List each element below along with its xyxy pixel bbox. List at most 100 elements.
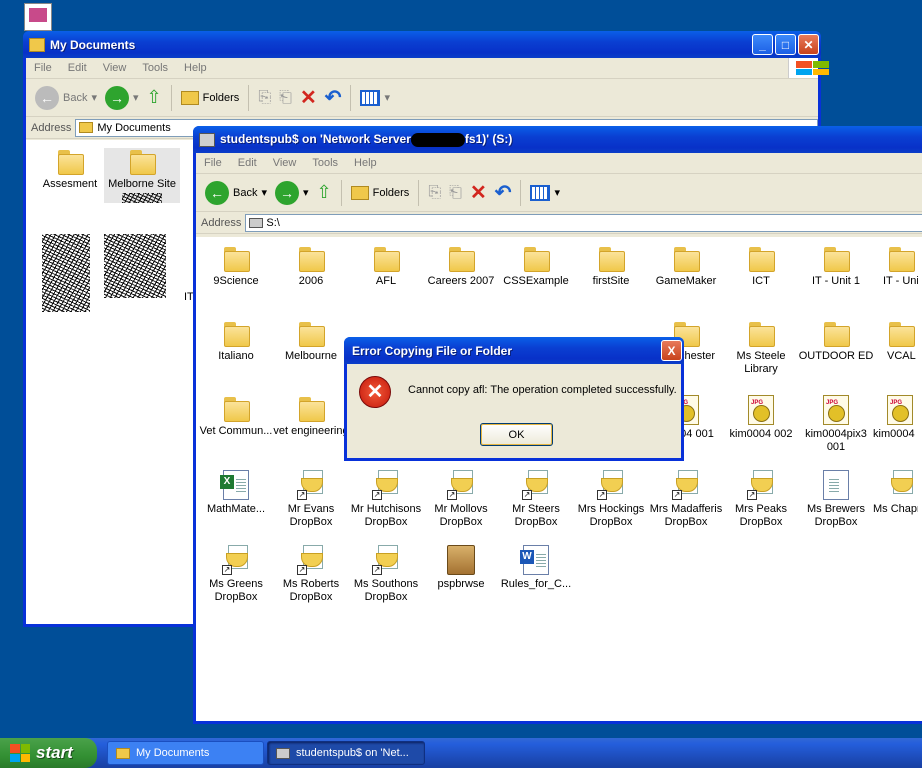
forward-button[interactable]: → ▾ (272, 178, 312, 208)
folder-item[interactable]: VCAL (873, 320, 918, 363)
folders-button[interactable]: Folders (178, 83, 243, 113)
folder-item[interactable]: GameMaker (648, 245, 724, 288)
copy-to-button[interactable]: ⎗ (446, 178, 465, 208)
item-label: IT - Uni (883, 275, 918, 287)
copy-to-button[interactable]: ⎗ (276, 83, 295, 113)
dropbox-shortcut-item[interactable]: Ms Brewers DropBox (798, 470, 874, 529)
dropbox-shortcut-item[interactable]: ↗ Ms Southons DropBox (348, 545, 424, 604)
back-button[interactable]: ← Back ▾ (32, 83, 100, 113)
dropbox-shortcut-item[interactable]: ↗ Mr Evans DropBox (273, 470, 349, 529)
folder-icon (522, 245, 550, 272)
menu-file[interactable]: File (196, 157, 230, 169)
folder-item[interactable]: IT - Unit 1 (798, 245, 874, 288)
folder-item[interactable]: Careers 2007 (423, 245, 499, 288)
menu-edit[interactable]: Edit (230, 157, 265, 169)
dropbox-shortcut-item[interactable]: Ms Chapr DropB (873, 470, 918, 516)
desktop-shortcut-icon[interactable] (24, 3, 52, 31)
dialog-titlebar[interactable]: Error Copying File or Folder X (344, 337, 684, 364)
undo-button[interactable]: ↶ (492, 178, 515, 208)
item-label: Mrs Hockings DropBox (577, 503, 645, 528)
dropbox-shortcut-icon: ↗ (372, 470, 400, 500)
dropbox-doc-icon (823, 470, 849, 500)
delete-button[interactable]: ✕ (297, 83, 320, 113)
folder-item[interactable]: Melborne Site (104, 148, 180, 203)
folder-item[interactable]: Italiano (198, 320, 274, 363)
move-to-button[interactable]: ⎘ (425, 178, 444, 208)
folder-item[interactable]: firstSite (573, 245, 649, 288)
ok-button[interactable]: OK (480, 423, 553, 446)
menu-tools[interactable]: Tools (304, 157, 346, 169)
image-file-item[interactable]: JPG kim0004pix3 001 (798, 395, 874, 454)
menu-view[interactable]: View (95, 62, 135, 74)
menu-help[interactable]: Help (346, 157, 385, 169)
folder-item[interactable]: ICT (723, 245, 799, 288)
redaction-scribble (104, 234, 166, 298)
menu-edit[interactable]: Edit (60, 62, 95, 74)
folder-item[interactable]: Ms Steele Library (723, 320, 799, 376)
folder-icon (56, 148, 84, 175)
menu-tools[interactable]: Tools (134, 62, 176, 74)
item-label: Vet Commun... (199, 425, 273, 437)
network-share-titlebar[interactable]: studentspub$ on 'Network Server fs1)' (S:… (193, 126, 922, 153)
views-button[interactable]: ▾ (527, 178, 563, 208)
dropbox-shortcut-item[interactable]: ↗ Mrs Madafferis DropBox (648, 470, 724, 529)
dropbox-shortcut-item[interactable]: ↗ Mrs Peaks DropBox (723, 470, 799, 529)
taskbar-item-my-documents[interactable]: My Documents (107, 741, 264, 765)
folder-item[interactable]: 2006 (273, 245, 349, 288)
undo-button[interactable]: ↶ (322, 83, 345, 113)
folder-item[interactable]: Melbourne (273, 320, 349, 363)
address-label: Address (201, 216, 242, 229)
back-button[interactable]: ← Back ▾ (202, 178, 270, 208)
menu-view[interactable]: View (265, 157, 305, 169)
taskbar-item-network-share[interactable]: studentspub$ on 'Net... (267, 741, 425, 765)
folder-item[interactable]: vet engineering (273, 395, 349, 438)
dropbox-shortcut-item[interactable]: ↗ Mr Mollovs DropBox (423, 470, 499, 529)
word-file-item[interactable]: W Rules_for_C... (498, 545, 574, 591)
address-input[interactable]: S:\ (245, 213, 922, 232)
dropbox-shortcut-icon: ↗ (297, 470, 325, 500)
forward-arrow-icon: → (275, 180, 299, 205)
window-title: My Documents (50, 37, 136, 52)
menu-file[interactable]: File (26, 62, 60, 74)
folder-item[interactable]: AFL (348, 245, 424, 288)
redaction-scribble (122, 193, 162, 203)
up-arrow-icon: ⇧ (146, 87, 162, 107)
dialog-close-button[interactable]: X (661, 340, 682, 361)
folders-button[interactable]: Folders (348, 178, 413, 208)
delete-button[interactable]: ✕ (467, 178, 490, 208)
item-label: MathMate... (206, 503, 266, 515)
menu-help[interactable]: Help (176, 62, 215, 74)
folder-item[interactable]: Assesment (32, 148, 108, 191)
maximize-button[interactable]: □ (775, 34, 796, 55)
folder-icon (222, 395, 250, 422)
item-label: Ms Greens DropBox (209, 578, 263, 603)
folder-item[interactable]: Vet Commun... (198, 395, 274, 438)
windows-flag-icon (10, 744, 30, 762)
toolbar: ← Back ▾ → ▾ ⇧ Folders ⎘ ⎗ ✕ ↶ ▾ (196, 174, 922, 212)
my-documents-titlebar[interactable]: My Documents _ □ ✕ (23, 31, 821, 58)
folder-icon (297, 320, 325, 347)
image-file-item[interactable]: JPG kim0004 002 (723, 395, 799, 441)
up-folder-button[interactable]: ⇧ (314, 178, 335, 208)
dropbox-shortcut-item[interactable]: ↗ Mr Steers DropBox (498, 470, 574, 529)
folder-item[interactable]: OUTDOOR ED (798, 320, 874, 363)
package-file-item[interactable]: pspbrwse (423, 545, 499, 591)
folder-item[interactable]: 9Science (198, 245, 274, 288)
folder-item[interactable]: IT - Uni (873, 245, 918, 288)
dropbox-shortcut-item[interactable]: ↗ Mr Hutchisons DropBox (348, 470, 424, 529)
close-button[interactable]: ✕ (798, 34, 819, 55)
up-folder-button[interactable]: ⇧ (144, 83, 165, 113)
item-label: Mrs Peaks DropBox (735, 503, 787, 528)
forward-button[interactable]: → ▾ (102, 83, 142, 113)
folder-item[interactable]: CSSExample (498, 245, 574, 288)
dropbox-shortcut-item[interactable]: ↗ Mrs Hockings DropBox (573, 470, 649, 529)
minimize-button[interactable]: _ (752, 34, 773, 55)
dropbox-shortcut-icon: ↗ (372, 545, 400, 575)
start-button[interactable]: start (0, 738, 97, 768)
move-to-button[interactable]: ⎘ (255, 83, 274, 113)
dropbox-shortcut-item[interactable]: ↗ Ms Roberts DropBox (273, 545, 349, 604)
excel-file-item[interactable]: X MathMate... (198, 470, 274, 516)
image-file-item[interactable]: JPG kim0004 (873, 395, 918, 441)
dropbox-shortcut-item[interactable]: ↗ Ms Greens DropBox (198, 545, 274, 604)
views-button[interactable]: ▾ (357, 83, 393, 113)
